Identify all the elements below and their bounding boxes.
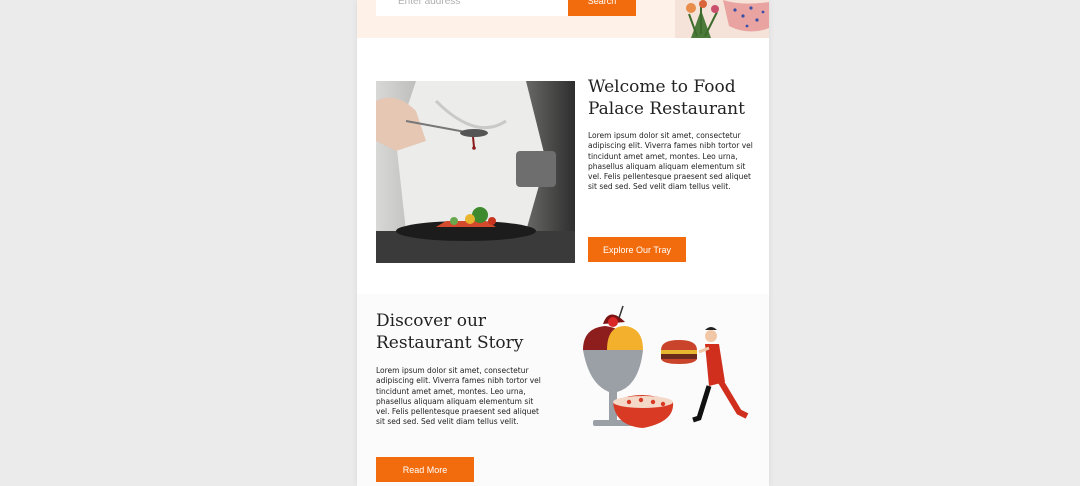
- address-input[interactable]: [376, 0, 568, 16]
- welcome-heading: Welcome to Food Palace Restaurant: [588, 77, 745, 119]
- email-card: Search: [357, 0, 769, 486]
- welcome-body-text: Lorem ipsum dolor sit amet, consectetur …: [588, 131, 753, 192]
- read-more-button[interactable]: Read More: [376, 457, 474, 482]
- dessert-and-chef-illustration: [583, 305, 749, 428]
- explore-tray-button[interactable]: Explore Our Tray: [588, 237, 686, 262]
- flower-bouquet-illustration: [675, 0, 769, 38]
- hero-banner: Search: [357, 0, 769, 38]
- story-body-text: Lorem ipsum dolor sit amet, consectetur …: [376, 366, 541, 427]
- chef-plating-photo: [376, 81, 575, 263]
- story-heading: Discover our Restaurant Story: [376, 311, 524, 353]
- search-button[interactable]: Search: [568, 0, 636, 16]
